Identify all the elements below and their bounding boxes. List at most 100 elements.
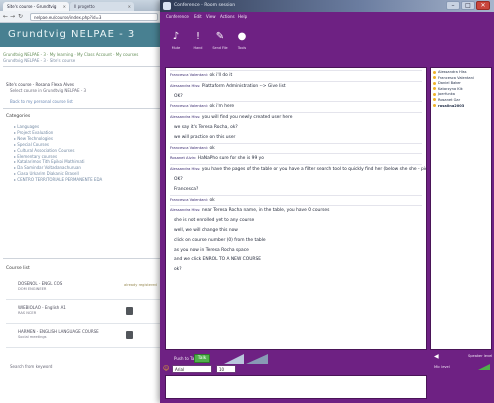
close-button[interactable]: ✕ xyxy=(476,1,490,10)
participant-item[interactable]: rosalina2003 xyxy=(433,104,489,110)
message-text: as you now in Teresa Rocha space xyxy=(174,247,249,253)
reload-icon[interactable]: ↻ xyxy=(18,13,23,21)
chat-message: we say it's Teresa Rocha, ok? xyxy=(170,123,422,133)
message-author: Francesca Valentani: xyxy=(170,73,209,77)
message-author: Alessandra Hiss: xyxy=(170,208,201,213)
tools-button[interactable]: ● Tools xyxy=(232,30,252,56)
participant-name: Francesca Valentani xyxy=(438,75,474,80)
participant-name: Daniel Baker xyxy=(438,81,461,86)
chat-transcript[interactable]: Francesca Valentani: ok i'll do it Alessa… xyxy=(165,67,427,350)
speaker-icon: ♪ xyxy=(172,31,180,42)
participant-list[interactable]: Alessandra Hiss Francesca Valentani Daniel… xyxy=(430,67,492,350)
message-text: you will find you newly created user her… xyxy=(201,115,293,121)
message-text: and we click ENROL TO A NEW COURSE xyxy=(174,257,262,263)
chat-message: Francesca Valentani: ok i'm here xyxy=(170,101,422,112)
chat-message: as you now in Teresa Rocha space xyxy=(170,246,422,256)
speaker-level-label: Speaker level xyxy=(468,354,493,358)
toolbar-label: Tools xyxy=(237,46,247,50)
message-text: HaNaPho sure for she is 99 yo xyxy=(197,156,264,162)
message-author: Francesca Valentani: xyxy=(170,145,209,150)
menu-help[interactable]: Help xyxy=(238,14,247,19)
message-text: ok xyxy=(209,197,215,203)
participant-name: Alessandra Hiss xyxy=(438,70,467,74)
chat-message: Rosanet Alvin: HaNaPho sure for she is 9… xyxy=(170,153,422,164)
chat-message: we will practice on this user xyxy=(170,133,422,143)
maximize-button[interactable]: □ xyxy=(461,1,475,10)
chat-message: click on course number (0) from the tabl… xyxy=(170,236,422,246)
presence-icon xyxy=(433,76,436,80)
window-title: Conference - Room session xyxy=(174,3,236,8)
message-author: Rosanet Alvin: xyxy=(170,156,197,161)
message-author: Alessandra Hiss: xyxy=(170,167,201,172)
presence-icon xyxy=(433,81,436,85)
chat-message: Alessandra Hiss: you have the pages of t… xyxy=(170,164,426,175)
url-field[interactable]: nelpae.eu/course/index.php?id=3 xyxy=(30,13,158,21)
raise-hand-button[interactable]: ! Hand xyxy=(188,30,208,56)
message-author: Francesca Valentani: xyxy=(170,197,209,202)
message-text: ok i'll do it xyxy=(209,73,233,78)
talk-button[interactable]: Talk xyxy=(194,354,210,363)
message-author: Alessandra Hiss: xyxy=(170,115,201,120)
chat-message: Alessandra Hiss: near Teresa Rocha name,… xyxy=(170,205,422,216)
message-text: Francesca? xyxy=(174,186,199,192)
message-author: Francesca Valentani: xyxy=(170,104,209,109)
toolbar-label: Send File xyxy=(212,46,228,50)
hand-icon: ! xyxy=(195,31,200,42)
emoticon-icon[interactable]: ☺ xyxy=(163,365,169,372)
presence-icon xyxy=(433,104,436,108)
message-text: we say it's Teresa Rocha, ok? xyxy=(174,124,238,130)
mic-meter-icon xyxy=(478,364,490,370)
message-input[interactable] xyxy=(166,376,426,398)
chat-message: OK? xyxy=(170,175,422,185)
chat-message: Alessandra Hiss: you will find you newly… xyxy=(170,112,422,123)
message-list: Francesca Valentani: ok i'll do it Alessa… xyxy=(166,68,426,275)
menu-bar: Conference Edit View Actions Help xyxy=(160,12,494,22)
close-tab-icon[interactable]: ✕ xyxy=(63,4,66,9)
chat-message: Francesca Valentani: ok xyxy=(170,142,422,154)
tab-label: Il progetto xyxy=(74,4,95,9)
menu-view[interactable]: View xyxy=(206,14,216,19)
window-titlebar[interactable]: Conference - Room session – □ ✕ xyxy=(160,0,494,12)
chat-message: Francesca Valentani: ok xyxy=(170,194,422,206)
participant-items: Alessandra Hiss Francesca Valentani Daniel… xyxy=(431,68,491,111)
tab-project[interactable]: Il progetto ✕ xyxy=(70,2,134,11)
tab-label: Site's course - Grundtvig xyxy=(7,4,57,9)
chat-message: Francesca? xyxy=(170,185,422,195)
back-arrow-icon[interactable]: ← xyxy=(3,13,8,21)
toolbar: ♪ Mute ! Hand ✎ Send File ● Tools xyxy=(160,22,494,66)
chat-message: Francesca Valentani: ok i'll do it xyxy=(170,70,422,81)
font-size-select[interactable]: 10 xyxy=(216,365,236,373)
message-author: Alessandra Hiss: xyxy=(170,83,201,88)
mute-button[interactable]: ♪ Mute xyxy=(166,30,186,56)
toolbar-label: Hand xyxy=(193,46,203,50)
chat-message: she is not enrolled yet to any course xyxy=(170,216,422,226)
menu-edit[interactable]: Edit xyxy=(194,14,202,19)
app-logo-icon xyxy=(163,2,171,10)
send-icon: ✎ xyxy=(215,31,225,42)
message-input-area[interactable] xyxy=(165,375,427,399)
message-text: you have the pages of the table or you h… xyxy=(201,167,427,173)
participant-name: Katarzyna Kik xyxy=(438,86,463,91)
menu-conference[interactable]: Conference xyxy=(166,14,189,19)
send-file-button[interactable]: ✎ Send File xyxy=(210,30,230,56)
chat-message: ok? xyxy=(170,265,422,275)
message-text: ok xyxy=(209,145,215,151)
font-select[interactable]: Arial xyxy=(172,365,212,373)
tab-course[interactable]: Site's course - Grundtvig ✕ xyxy=(3,2,69,11)
menu-actions[interactable]: Actions xyxy=(220,14,235,19)
message-text: ok? xyxy=(174,267,182,273)
speaker-icon[interactable]: ◀ xyxy=(434,353,439,360)
close-tab-icon[interactable]: ✕ xyxy=(128,4,131,9)
chat-message: OK? xyxy=(170,92,422,102)
forward-arrow-icon[interactable]: → xyxy=(10,13,15,21)
minimize-button[interactable]: – xyxy=(446,1,460,10)
chat-message: Alessandra Hiss: Piattaform Administrati… xyxy=(170,80,422,92)
message-text: OK? xyxy=(174,176,183,182)
presence-icon xyxy=(433,98,436,102)
message-text: ok i'm here xyxy=(209,104,235,110)
participant-name: rosalina2003 xyxy=(438,103,465,108)
mic-level-label: Mic level xyxy=(434,365,450,369)
message-text: we will practice on this user xyxy=(174,134,236,140)
message-text: OK? xyxy=(174,93,183,99)
audio-controls: Push to Talk Talk ☺ Arial 10 ◀ Speaker l… xyxy=(160,350,494,403)
